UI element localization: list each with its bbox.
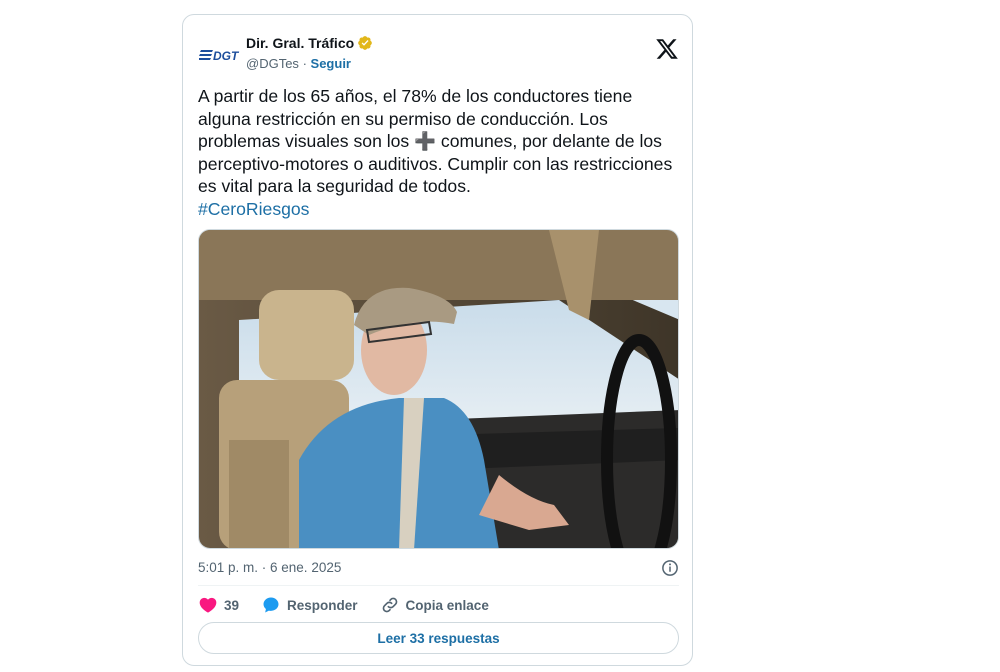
elderly-driver-photo: [199, 230, 678, 548]
copy-link-button[interactable]: Copia enlace: [380, 595, 489, 615]
author-name[interactable]: Dir. Gral. Tráfico: [246, 35, 354, 51]
copy-link-label: Copia enlace: [405, 597, 489, 613]
author-block: Dir. Gral. Tráfico @DGTes · Seguir: [246, 33, 373, 74]
info-icon[interactable]: [661, 559, 679, 577]
handle-separator: ·: [302, 56, 307, 71]
tweet-timestamp[interactable]: 5:01 p. m. · 6 ene. 2025: [198, 560, 341, 575]
read-replies-button[interactable]: Leer 33 respuestas: [198, 622, 679, 654]
tweet-header: DGT Dir. Gral. Tráfico @DGTes · Seguir: [199, 29, 679, 75]
like-count: 39: [224, 597, 240, 613]
divider: [198, 585, 679, 586]
link-icon: [382, 597, 397, 613]
reply-label: Responder: [287, 597, 358, 613]
hashtag-link[interactable]: #CeroRiesgos: [198, 198, 680, 221]
reply-button[interactable]: Responder: [261, 595, 358, 615]
tweet-card: DGT Dir. Gral. Tráfico @DGTes · Seguir A…: [182, 14, 693, 666]
like-button[interactable]: 39: [198, 595, 239, 615]
dgt-logo-text: DGT: [213, 49, 240, 63]
author-handle[interactable]: @DGTes: [246, 56, 299, 71]
tweet-meta: 5:01 p. m. · 6 ene. 2025: [198, 558, 679, 578]
x-logo-icon[interactable]: [655, 37, 679, 61]
plus-emoji: ➕: [414, 131, 437, 151]
tweet-actions: 39 Responder Copia enlace: [198, 593, 679, 617]
dgt-logo-icon: DGT: [199, 49, 240, 63]
heart-icon: [199, 597, 217, 613]
verified-badge-icon: [358, 36, 372, 50]
tweet-photo[interactable]: [198, 229, 679, 549]
reply-bubble-icon: [263, 597, 279, 613]
dgt-logo-avatar[interactable]: DGT: [199, 37, 243, 73]
tweet-text: A partir de los 65 años, el 78% de los c…: [198, 85, 680, 220]
follow-button[interactable]: Seguir: [311, 56, 351, 71]
